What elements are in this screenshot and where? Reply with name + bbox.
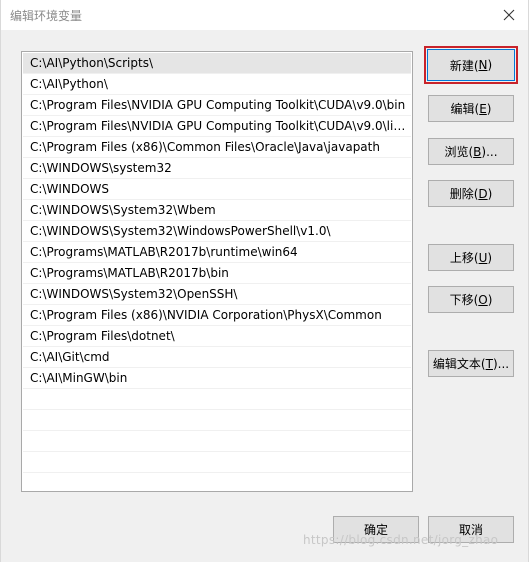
list-item[interactable]: C:\Program Files (x86)\Common Files\Orac… bbox=[23, 137, 411, 158]
edit-button-accesskey: E bbox=[479, 101, 487, 116]
list-item[interactable]: C:\WINDOWS\System32\WindowsPowerShell\v1… bbox=[23, 221, 411, 242]
list-item[interactable]: C:\AI\Python\ bbox=[23, 74, 411, 95]
close-icon bbox=[503, 9, 515, 21]
browse-button-label-tail: )... bbox=[481, 144, 498, 159]
window-title: 编辑环境变量 bbox=[10, 9, 83, 23]
list-item[interactable]: C:\Programs\MATLAB\R2017b\bin bbox=[23, 263, 411, 284]
list-item[interactable]: C:\AI\Python\Scripts\ bbox=[23, 53, 411, 74]
title-bar[interactable]: 编辑环境变量 bbox=[1, 0, 528, 30]
move-down-button-label-tail: ) bbox=[487, 292, 493, 307]
delete-button-label-tail: ) bbox=[487, 186, 493, 201]
new-button-label-tail: ) bbox=[487, 58, 493, 72]
path-list[interactable]: C:\AI\Python\Scripts\ C:\AI\Python\ C:\P… bbox=[21, 51, 413, 492]
browse-button-accesskey: B bbox=[473, 144, 482, 159]
edit-button-label-tail: ) bbox=[486, 101, 492, 116]
empty-list-row[interactable] bbox=[23, 410, 411, 431]
watermark: https://blog.csdn.net/jorg_zhao bbox=[303, 533, 499, 547]
list-item[interactable]: C:\Program Files\dotnet\ bbox=[23, 326, 411, 347]
close-button[interactable] bbox=[498, 4, 520, 26]
list-item[interactable]: C:\WINDOWS\System32\OpenSSH\ bbox=[23, 284, 411, 305]
delete-button[interactable]: 删除(D) bbox=[428, 180, 514, 207]
browse-button[interactable]: 浏览(B)... bbox=[428, 138, 514, 165]
list-item[interactable]: C:\Program Files\NVIDIA GPU Computing To… bbox=[23, 116, 411, 137]
new-button-accesskey: N bbox=[478, 58, 488, 72]
list-item[interactable]: C:\AI\Git\cmd bbox=[23, 347, 411, 368]
list-item[interactable]: C:\AI\MinGW\bin bbox=[23, 368, 411, 389]
move-up-button-label: 上移( bbox=[449, 251, 479, 265]
move-down-button[interactable]: 下移(O) bbox=[428, 286, 514, 313]
move-down-button-accesskey: O bbox=[478, 292, 488, 307]
new-button[interactable]: 新建(N) bbox=[424, 46, 518, 84]
new-button-label: 新建( bbox=[449, 58, 479, 73]
list-item[interactable]: C:\Program Files\NVIDIA GPU Computing To… bbox=[23, 95, 411, 116]
edit-env-var-dialog: 编辑环境变量 C:\AI\Python\Scripts\ C:\AI\Pytho… bbox=[0, 0, 529, 562]
edit-button[interactable]: 编辑(E) bbox=[428, 95, 514, 122]
edit-text-button[interactable]: 编辑文本(T)... bbox=[428, 350, 514, 377]
delete-button-accesskey: D bbox=[478, 186, 488, 201]
move-up-button[interactable]: 上移(U) bbox=[428, 244, 514, 271]
list-item[interactable]: C:\Program Files (x86)\NVIDIA Corporatio… bbox=[23, 305, 411, 326]
list-item[interactable]: C:\Programs\MATLAB\R2017b\runtime\win64 bbox=[23, 242, 411, 263]
empty-list-row[interactable] bbox=[23, 389, 411, 410]
browse-button-label: 浏览( bbox=[444, 145, 474, 159]
list-item[interactable]: C:\WINDOWS\System32\Wbem bbox=[23, 200, 411, 221]
list-item[interactable]: C:\WINDOWS\system32 bbox=[23, 158, 411, 179]
empty-list-row[interactable] bbox=[23, 473, 411, 491]
edit-text-button-label: 编辑文本( bbox=[432, 357, 486, 371]
edit-text-button-label-tail: )... bbox=[492, 356, 510, 371]
move-up-button-accesskey: U bbox=[478, 250, 488, 265]
list-item[interactable]: C:\WINDOWS bbox=[23, 179, 411, 200]
move-up-button-label-tail: ) bbox=[487, 250, 493, 265]
delete-button-label: 删除( bbox=[449, 187, 479, 201]
empty-list-row[interactable] bbox=[23, 431, 411, 452]
edit-button-label: 编辑( bbox=[450, 102, 480, 116]
move-down-button-label: 下移( bbox=[449, 293, 479, 307]
edit-text-button-accesskey: T bbox=[485, 356, 493, 371]
empty-list-row[interactable] bbox=[23, 452, 411, 473]
